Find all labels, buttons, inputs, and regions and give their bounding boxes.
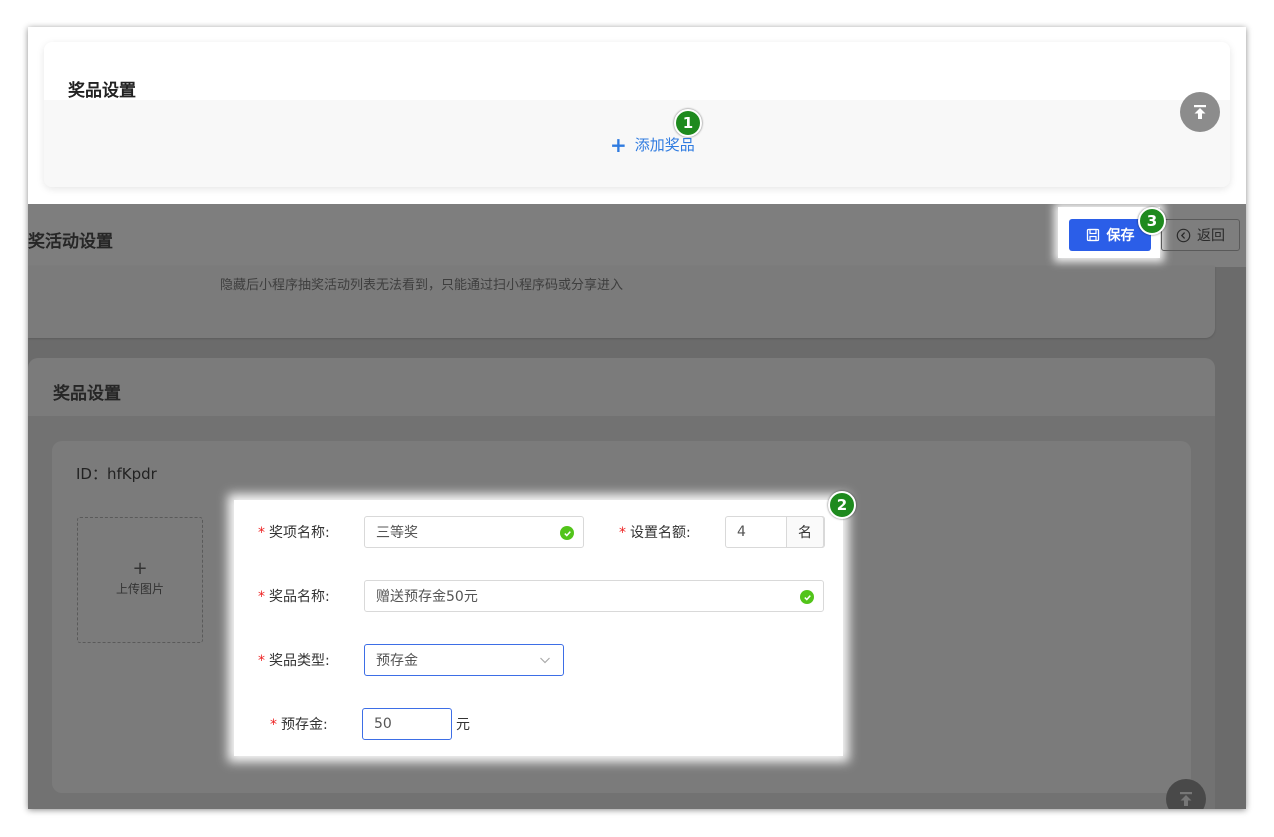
page-title: 奖活动设置 bbox=[28, 232, 113, 252]
deposit-unit: 元 bbox=[456, 717, 470, 733]
save-icon bbox=[1086, 228, 1099, 242]
prize-settings-title-lower: 奖品设置 bbox=[53, 384, 121, 404]
prize-settings-card-top: 奖品设置 + 添加奖品 bbox=[44, 42, 1230, 187]
arrow-to-top-icon bbox=[1194, 105, 1206, 119]
prize-name-label: * 奖品名称: bbox=[258, 589, 330, 605]
visibility-hint: 隐藏后小程序抽奖活动列表无法看到，只能通过扫小程序码或分享进入 bbox=[220, 278, 624, 293]
step-badge-2: 2 bbox=[828, 491, 856, 519]
back-to-top-button[interactable] bbox=[1180, 92, 1220, 132]
upload-image-label: 上传图片 bbox=[115, 582, 164, 596]
back-button[interactable]: 返回 bbox=[1161, 219, 1240, 251]
upload-image-button[interactable]: + 上传图片 bbox=[77, 517, 203, 643]
arrow-to-top-icon bbox=[1180, 792, 1192, 806]
check-circle-icon bbox=[560, 526, 574, 540]
circle-left-icon bbox=[1176, 228, 1191, 242]
prize-type-label: * 奖品类型: bbox=[258, 653, 330, 669]
add-prize-label: 添加奖品 bbox=[634, 136, 695, 154]
plus-icon: + bbox=[132, 558, 148, 579]
prize-name-input[interactable]: 赠送预存金50元 bbox=[364, 580, 824, 612]
quota-input[interactable]: 4 名 bbox=[725, 516, 825, 548]
deposit-input[interactable]: 50 bbox=[362, 708, 452, 740]
prize-settings-title: 奖品设置 bbox=[68, 81, 136, 101]
quota-unit: 名 bbox=[786, 516, 824, 548]
prize-type-select[interactable]: 预存金 bbox=[364, 644, 564, 676]
back-label: 返回 bbox=[1197, 228, 1225, 244]
activity-settings-card: 隐藏后小程序抽奖活动列表无法看到，只能通过扫小程序码或分享进入 bbox=[28, 266, 1215, 338]
quota-label: * 设置名额: bbox=[619, 525, 691, 541]
check-circle-icon bbox=[800, 590, 814, 604]
award-name-input[interactable]: 三等奖 bbox=[364, 516, 584, 548]
award-name-label: * 奖项名称: bbox=[258, 525, 330, 541]
plus-icon: + bbox=[610, 132, 627, 157]
screenshot-frame: 奖品设置 + 添加奖品 1 奖活动设置 隐藏后小程序抽奖活动列表无法看到，只能通… bbox=[28, 27, 1246, 809]
step-badge-1: 1 bbox=[674, 109, 702, 137]
deposit-label: * 预存金: bbox=[270, 717, 328, 733]
step-badge-3: 3 bbox=[1138, 207, 1166, 235]
add-prize-button[interactable]: + 添加奖品 bbox=[610, 134, 695, 155]
save-label: 保存 bbox=[1106, 228, 1135, 244]
chevron-down-icon bbox=[540, 657, 550, 664]
prize-form-highlight: * 奖项名称: 三等奖 * 设置名额: 4 名 * 奖品名称: 赠送预存金50元 * 奖… bbox=[234, 500, 843, 756]
prize-id: ID：hfKpdr bbox=[76, 465, 157, 483]
